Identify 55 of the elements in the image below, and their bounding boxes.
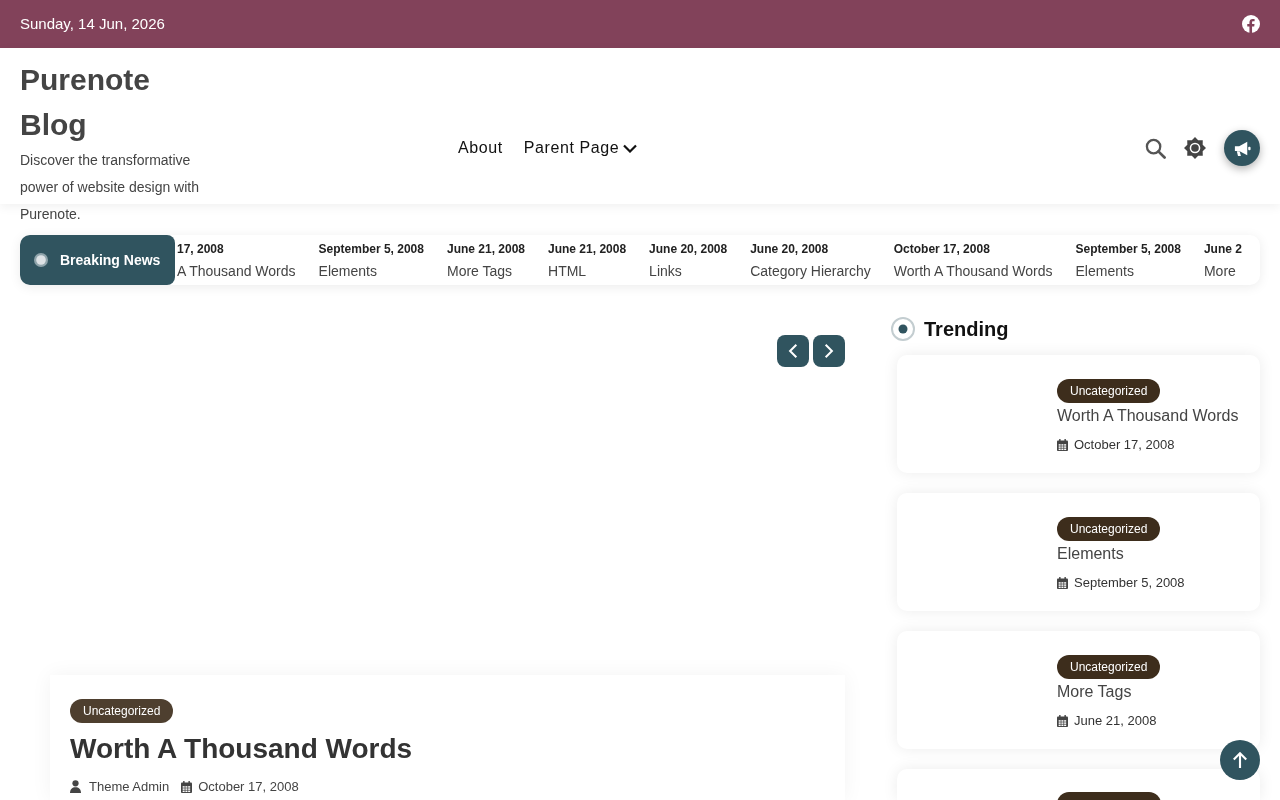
post-title[interactable]: Worth A Thousand Words xyxy=(70,729,413,769)
site-tagline: Discover the transformative power of website design with Purenote. xyxy=(20,151,200,224)
category-tag[interactable]: Uncategorized xyxy=(70,699,174,723)
facebook-icon[interactable] xyxy=(1242,15,1260,33)
chevron-left-icon[interactable] xyxy=(788,343,798,359)
trending-title[interactable]: Worth A Thousand Words xyxy=(1057,406,1239,426)
ticker-headline[interactable]: Category Hierarchy xyxy=(750,261,871,281)
previous-slide-button[interactable] xyxy=(777,335,809,367)
nav-link[interactable]: About xyxy=(458,136,503,160)
announcement-button[interactable] xyxy=(1224,130,1260,166)
ticker-date: September 5, 2008 xyxy=(318,242,424,257)
ticker-date: June 20, 2008 xyxy=(649,242,728,257)
pulse-dot-icon xyxy=(34,253,48,267)
ticker-headline[interactable]: Elements xyxy=(318,261,377,281)
category-tag[interactable]: Uncategorized xyxy=(1057,655,1161,679)
ticker-date: 17, 2008 xyxy=(177,242,225,257)
breaking-news-text: Breaking News xyxy=(60,250,161,270)
next-slide-button[interactable] xyxy=(813,335,845,367)
ticker-headline[interactable]: More xyxy=(1203,261,1236,281)
ticker-headline[interactable]: A Thousand Words xyxy=(177,261,296,281)
post-date[interactable]: October 17, 2008 xyxy=(198,777,299,797)
trending-date: October 17, 2008 xyxy=(1074,436,1175,454)
nav-dropdown[interactable]: Parent Page xyxy=(523,136,638,160)
ticker-date: June 21, 2008 xyxy=(446,242,526,257)
target-dot-icon xyxy=(891,317,915,341)
calendar-icon xyxy=(1057,714,1068,727)
caret-icon[interactable] xyxy=(623,143,638,153)
search-icon[interactable] xyxy=(1145,137,1166,159)
ticker-headline[interactable]: More Tags xyxy=(446,261,513,281)
trending-date: September 5, 2008 xyxy=(1074,574,1185,592)
post-author[interactable]: Theme Admin xyxy=(89,777,170,797)
chevron-right-icon[interactable] xyxy=(824,343,834,359)
ticker-headline[interactable]: Worth A Thousand Words xyxy=(893,261,1053,281)
trending-title[interactable]: Elements xyxy=(1057,544,1124,564)
site-title[interactable]: Purenote Blog xyxy=(20,57,210,147)
ticker-headline[interactable]: HTML xyxy=(548,261,587,281)
trending-date: June 21, 2008 xyxy=(1074,712,1157,730)
user-icon xyxy=(70,780,81,794)
ticker-date: June 21, 2008 xyxy=(548,242,627,257)
category-tag[interactable]: Uncategorized xyxy=(1057,379,1161,403)
calendar-icon xyxy=(1057,438,1068,451)
calendar-icon xyxy=(1057,576,1068,589)
ticker-date: June 2 xyxy=(1203,242,1242,257)
ticker-date: June 20, 2008 xyxy=(750,242,830,257)
ticker-date: September 5, 2008 xyxy=(1075,242,1181,257)
section-title: Trending xyxy=(924,317,1009,342)
current-date: Sunday, 14 Jun, 2026 xyxy=(20,13,165,34)
calendar-icon xyxy=(181,780,193,793)
trending-title[interactable]: More Tags xyxy=(1057,682,1132,702)
category-tag[interactable]: Uncategorized xyxy=(1057,517,1161,541)
sun-icon[interactable] xyxy=(1184,137,1206,159)
ticker-headline[interactable]: Links xyxy=(649,261,682,281)
arrow-up-icon[interactable] xyxy=(1232,751,1248,769)
ticker-date: October 17, 2008 xyxy=(893,242,991,257)
ticker-headline[interactable]: Elements xyxy=(1075,261,1134,281)
